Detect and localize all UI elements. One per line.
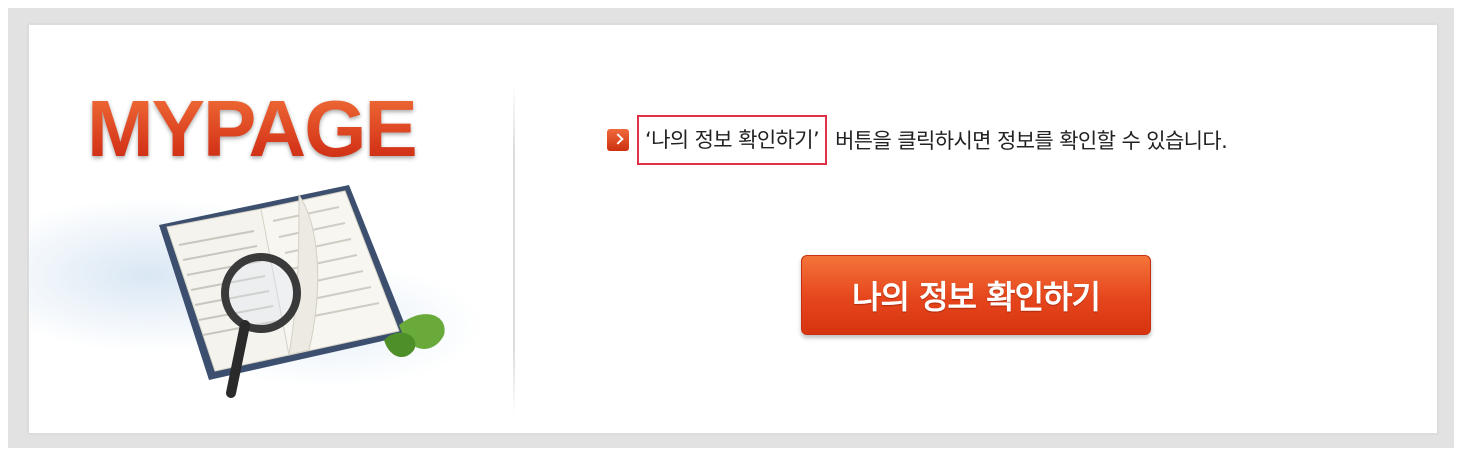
highlighted-button-name: ‘나의 정보 확인하기’ bbox=[637, 115, 828, 165]
vertical-divider bbox=[513, 85, 515, 415]
mypage-logo-title: MYPAGE bbox=[87, 84, 418, 173]
instruction-notice: ‘나의 정보 확인하기’ 버튼을 클릭하시면 정보를 확인할 수 있습니다. bbox=[607, 113, 1228, 167]
red-arrow-bullet-icon bbox=[607, 129, 629, 151]
open-book-with-magnifier-icon bbox=[159, 185, 445, 398]
my-info-check-button[interactable]: 나의 정보 확인하기 bbox=[801, 255, 1151, 335]
instruction-text: 버튼을 클릭하시면 정보를 확인할 수 있습니다. bbox=[835, 129, 1228, 153]
mypage-panel: MYPAGE ‘나의 정보 확인하기’ 버튼을 클릭하시면 정보를 확인할 수 … bbox=[28, 24, 1438, 434]
mypage-hero: MYPAGE bbox=[29, 25, 513, 433]
